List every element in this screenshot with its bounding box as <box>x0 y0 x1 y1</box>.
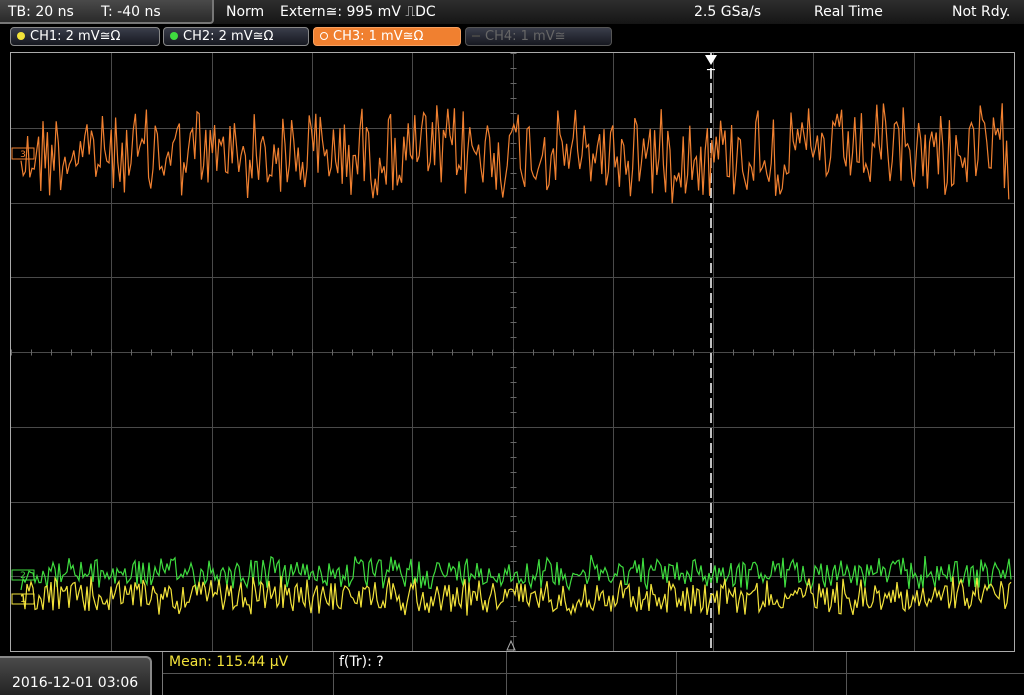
measurement-panel[interactable]: Mean: 115.44 µV f(Tr): ? <box>162 652 1024 695</box>
measurement-mean[interactable]: Mean: 115.44 µV <box>169 654 288 670</box>
measurement-frequency[interactable]: f(Tr): ? <box>339 654 384 670</box>
trigger-marker-label: T <box>706 68 715 83</box>
trigger-status: Not Rdy. <box>952 4 1011 20</box>
trigger-mode[interactable]: Norm <box>226 4 264 20</box>
trigger-time-value: T: -40 ns <box>101 4 161 20</box>
ch1-level-label: 1 <box>20 595 26 605</box>
measurement-divider <box>676 652 677 695</box>
ch2-label: CH2: 2 mV≅Ω <box>183 29 274 44</box>
ch3-level-marker[interactable]: 3 <box>11 147 35 160</box>
bottom-bar: 2016-12-01 03:06 Mean: 115.44 µV f(Tr): … <box>0 652 1024 695</box>
channel-tabs: CH1: 2 mV≅Ω CH2: 2 mV≅Ω CH3: 1 mV≅Ω CH4:… <box>0 24 1024 50</box>
timebase-value: TB: 20 ns <box>8 4 74 20</box>
sample-rate: 2.5 GSa/s <box>694 4 762 20</box>
ch4-label: CH4: 1 mV≅ <box>485 29 566 44</box>
date-time: 2016-12-01 03:06 <box>12 675 139 691</box>
ch2-level-marker[interactable]: 2 <box>11 569 35 581</box>
ch2-color-dot-icon <box>170 32 178 40</box>
tab-ch4[interactable]: CH4: 1 mV≅ <box>465 27 612 46</box>
ch1-label: CH1: 2 mV≅Ω <box>30 29 121 44</box>
ch1-trace <box>20 575 1012 617</box>
ch4-off-icon <box>472 35 480 37</box>
trigger-marker-icon[interactable] <box>705 55 717 65</box>
waveform-display[interactable]: T 3 2 1 <box>10 52 1015 652</box>
acquisition-mode: Real Time <box>814 4 883 20</box>
trigger-source[interactable]: Extern≅: 995 mV ⎍DC <box>280 4 436 20</box>
measurement-divider <box>846 652 847 695</box>
measurement-divider <box>333 652 334 695</box>
waveform-canvas: T 3 2 1 <box>11 53 1014 651</box>
status-bar: TB: 20 ns T: -40 ns Norm Extern≅: 995 mV… <box>0 0 1024 24</box>
measurement-divider <box>163 673 1024 674</box>
ch2-trace <box>20 554 1012 592</box>
tab-ch1[interactable]: CH1: 2 mV≅Ω <box>10 27 160 46</box>
ch2-level-label: 2 <box>20 571 26 581</box>
date-panel: 2016-12-01 03:06 <box>0 656 152 695</box>
ch3-color-dot-icon <box>320 32 328 40</box>
tab-ch3[interactable]: CH3: 1 mV≅Ω <box>313 27 461 46</box>
ch3-level-label: 3 <box>20 150 26 160</box>
ch3-label: CH3: 1 mV≅Ω <box>333 29 424 44</box>
ch1-level-marker[interactable]: 1 <box>11 593 35 605</box>
measurement-divider <box>506 652 507 695</box>
tab-ch2[interactable]: CH2: 2 mV≅Ω <box>163 27 309 46</box>
ch1-color-dot-icon <box>17 32 25 40</box>
timebase-panel[interactable]: TB: 20 ns T: -40 ns <box>0 0 214 24</box>
